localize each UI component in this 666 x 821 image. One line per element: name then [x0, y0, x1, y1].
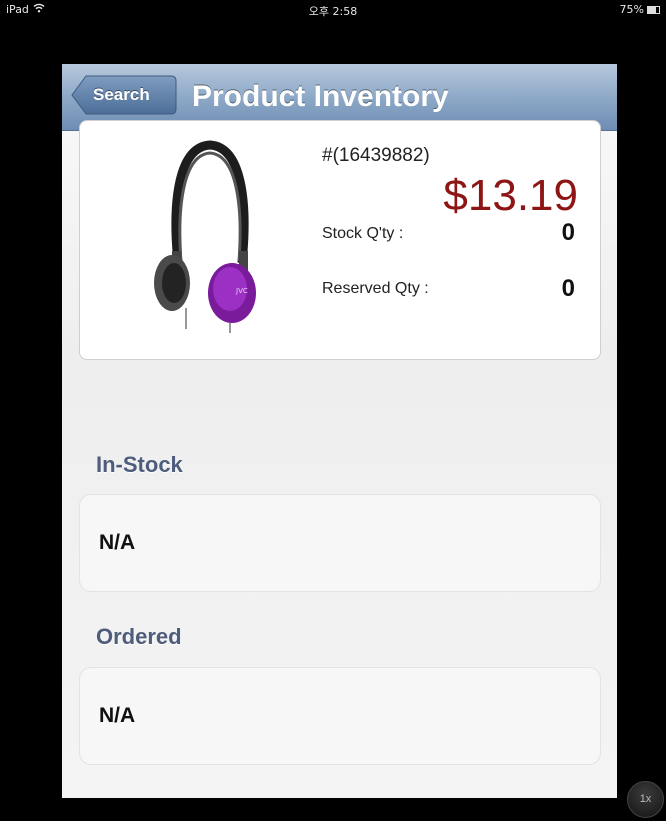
app-window: Search Product Inventory JVC #(16439882)…: [62, 64, 617, 798]
in-stock-title: In-Stock: [96, 452, 183, 477]
back-button[interactable]: Search: [71, 75, 177, 115]
back-button-label: Search: [93, 85, 150, 104]
product-image: JVC: [150, 133, 260, 338]
product-price: $13.19: [443, 171, 578, 220]
in-stock-value: N/A: [99, 531, 136, 554]
stock-value: 0: [561, 219, 575, 246]
product-sku: #(16439882): [322, 145, 430, 166]
battery-icon: [647, 5, 660, 14]
in-stock-box[interactable]: N/A: [79, 494, 601, 592]
zoom-button[interactable]: 1x: [627, 781, 664, 818]
reserved-label: Reserved Qty :: [322, 280, 429, 297]
status-bar: iPad 오후 2:58 75%: [0, 0, 666, 20]
reserved-value: 0: [561, 275, 575, 302]
page-title: Product Inventory: [192, 80, 449, 113]
status-time: 오후 2:58: [308, 5, 358, 18]
status-right: 75%: [620, 3, 660, 16]
stock-label: Stock Q'ty :: [322, 225, 404, 242]
ordered-box[interactable]: N/A: [79, 667, 601, 765]
svg-text:JVC: JVC: [235, 287, 248, 295]
product-card: JVC #(16439882) $13.19 Stock Q'ty : 0 Re…: [79, 120, 601, 360]
headphones-icon: JVC: [154, 140, 256, 333]
ordered-value: N/A: [99, 704, 136, 727]
battery-percent: 75%: [619, 3, 644, 16]
ordered-title: Ordered: [96, 624, 182, 649]
